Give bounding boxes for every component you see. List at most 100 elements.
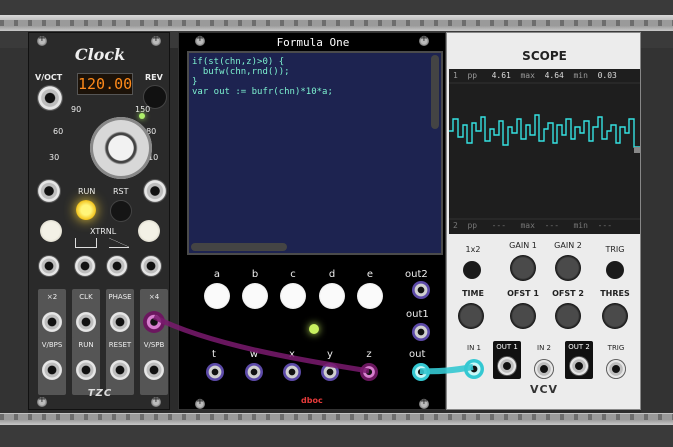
waveform-display	[449, 82, 640, 220]
scale-label: 30	[49, 153, 60, 162]
in2-jack[interactable]	[534, 359, 554, 379]
x4-label: ×4	[148, 293, 160, 301]
stats-bottom: 2 pp --- max --- min ---	[453, 221, 638, 230]
knob-d[interactable]	[319, 283, 345, 309]
input-w-label: w	[249, 349, 259, 360]
scope-trace	[449, 114, 640, 148]
out2-label: out2	[405, 269, 428, 280]
code-editor[interactable]: if(st(chn,z)>0) { bufw(chn,rnd());} var o…	[187, 51, 443, 255]
voct-jack[interactable]	[37, 85, 63, 111]
formula-one-module: Formula One if(st(chn,z)>0) { bufw(chn,r…	[178, 32, 446, 410]
input-t-label: t	[212, 349, 216, 360]
gain2-knob[interactable]	[555, 255, 581, 281]
knob-c[interactable]	[280, 283, 306, 309]
x2-jack[interactable]	[41, 311, 63, 333]
knob-b[interactable]	[242, 283, 268, 309]
run-output-jack[interactable]	[75, 359, 97, 381]
ofst2-label: OFST 2	[552, 289, 584, 298]
scale-label: 90	[71, 105, 82, 114]
input-t-jack[interactable]	[206, 363, 224, 381]
clock-module: Clock V/OCT 120.00 REV 90 150 60 180 30 …	[28, 32, 170, 410]
out2-box: OUT 2	[565, 341, 593, 379]
voct-label: V/OCT	[35, 73, 63, 82]
x2-mode-button[interactable]	[463, 261, 481, 279]
ratio-knob[interactable]	[138, 220, 160, 242]
input-x-jack[interactable]	[283, 363, 301, 381]
run-input-jack[interactable]	[37, 179, 61, 203]
vbps-output-panel: V/BPS	[38, 337, 66, 395]
gain1-label: GAIN 1	[509, 241, 537, 250]
knob-c-label: c	[290, 269, 296, 280]
code-text[interactable]: if(st(chn,z)>0) { bufw(chn,rnd());} var o…	[192, 57, 333, 97]
jack-1[interactable]	[38, 255, 60, 277]
ofst1-knob[interactable]	[510, 303, 536, 329]
ofst2-knob[interactable]	[555, 303, 581, 329]
scope-module: SCOPE 1 pp 4.61 max 4.64 min 0.03 2 pp -…	[446, 32, 641, 410]
clk-label: CLK	[79, 293, 93, 301]
x4-jack[interactable]	[143, 311, 165, 333]
vspb-label: V/SPB	[143, 341, 165, 349]
bpm-display: 120.00	[77, 73, 133, 95]
thres-knob[interactable]	[602, 303, 628, 329]
vbps-jack[interactable]	[41, 359, 63, 381]
horizontal-scrollbar[interactable]	[191, 243, 287, 251]
min-label: min	[573, 221, 588, 230]
trig-input-jack[interactable]	[606, 359, 626, 379]
reset-button[interactable]	[110, 200, 132, 222]
xtrnl-label: XTRNL	[90, 227, 117, 236]
out2-jack[interactable]	[412, 281, 430, 299]
run-out-label: RUN	[78, 341, 94, 349]
min-value: ---	[597, 221, 613, 230]
status-led	[309, 324, 319, 334]
run-button[interactable]	[76, 200, 96, 220]
reset-input-jack[interactable]	[143, 179, 167, 203]
out1-label: out1	[406, 309, 429, 320]
trig-mode-button[interactable]	[606, 261, 624, 279]
blank-module-right	[641, 48, 673, 413]
vspb-jack[interactable]	[143, 359, 165, 381]
clk-jack[interactable]	[75, 311, 97, 333]
screw-icon	[195, 396, 205, 409]
jack-4[interactable]	[140, 255, 162, 277]
input-w-jack[interactable]	[245, 363, 263, 381]
knob-a[interactable]	[204, 283, 230, 309]
time-knob[interactable]	[458, 303, 484, 329]
in1-jack[interactable]	[464, 359, 484, 379]
input-z-jack[interactable]	[360, 363, 378, 381]
x2-mode-label: 1x2	[465, 245, 481, 254]
scale-label: 60	[53, 127, 64, 136]
rack-rail-top	[0, 15, 673, 31]
out1-jack[interactable]	[412, 323, 430, 341]
out1-box: OUT 1	[493, 341, 521, 379]
bpm-knob[interactable]	[90, 117, 152, 179]
input-x-label: x	[289, 349, 295, 360]
jack-2[interactable]	[74, 255, 96, 277]
vspb-output-panel: V/SPB	[140, 337, 168, 395]
input-y-jack[interactable]	[321, 363, 339, 381]
swing-knob[interactable]	[40, 220, 62, 242]
out1-label: OUT 1	[496, 343, 518, 351]
run-output-panel: RUN	[72, 337, 100, 395]
pp-label: pp	[467, 221, 478, 230]
gain1-knob[interactable]	[510, 255, 536, 281]
reset-output-panel: RESET	[106, 337, 134, 395]
out-jack[interactable]	[412, 363, 430, 381]
vertical-scrollbar[interactable]	[431, 55, 439, 129]
vcv-logo: VCV	[529, 383, 559, 396]
in2-label: IN 2	[537, 344, 551, 352]
square-wave-icon	[75, 238, 97, 248]
out2-jack[interactable]	[569, 356, 589, 376]
jack-3[interactable]	[106, 255, 128, 277]
trig-input-label: TRIG	[607, 344, 625, 352]
channel-2-label: 2	[453, 221, 458, 230]
thres-label: THRES	[600, 289, 630, 298]
screw-icon	[37, 394, 47, 407]
reset-output-jack[interactable]	[109, 359, 131, 381]
phase-jack[interactable]	[109, 311, 131, 333]
screw-icon	[151, 394, 161, 407]
out2-label: OUT 2	[568, 343, 590, 351]
out1-jack[interactable]	[497, 356, 517, 376]
knob-e[interactable]	[357, 283, 383, 309]
max-label: max	[520, 221, 535, 230]
time-label: TIME	[462, 289, 484, 298]
